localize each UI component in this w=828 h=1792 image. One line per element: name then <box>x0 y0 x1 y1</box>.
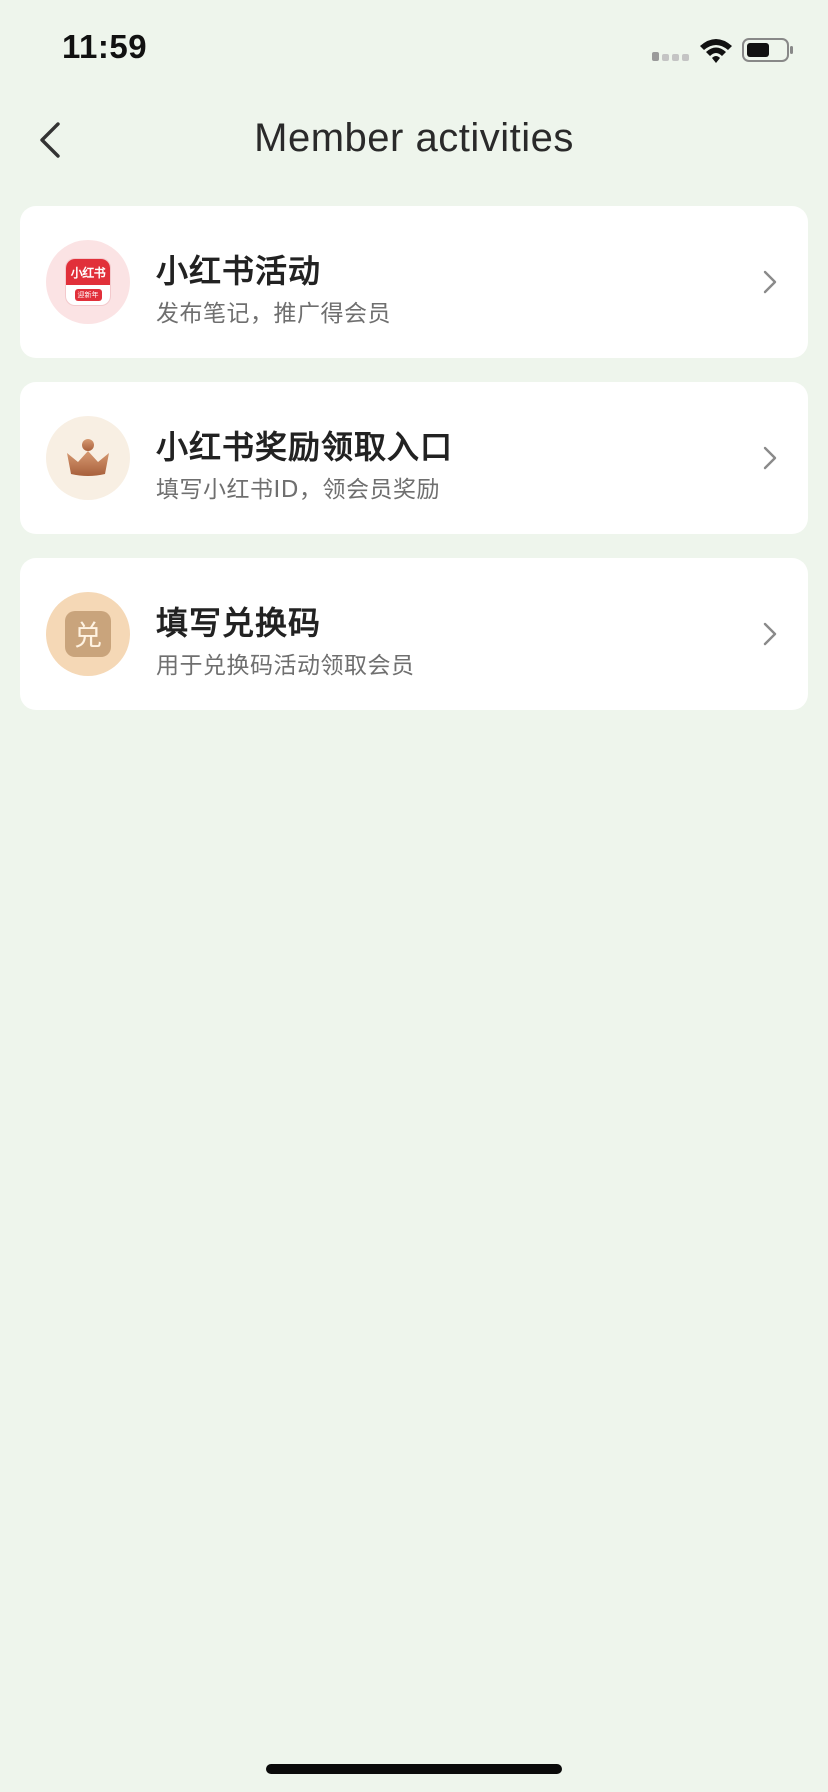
nav-bar: Member activities <box>0 100 828 190</box>
xiaohongshu-logo-icon: 小红书 迎新年 <box>46 240 130 324</box>
battery-icon <box>742 38 793 62</box>
status-time: 11:59 <box>62 28 148 65</box>
cellular-signal-icon <box>652 52 689 61</box>
crown-icon <box>46 416 130 500</box>
chevron-right-icon <box>763 446 777 470</box>
chevron-right-icon <box>763 622 777 646</box>
list-item-xiaohongshu-activity[interactable]: 小红书 迎新年 小红书活动 发布笔记，推广得会员 <box>20 206 808 358</box>
item-title: 小红书活动 <box>156 252 322 290</box>
page-title: Member activities <box>254 116 574 160</box>
home-indicator <box>266 1764 562 1774</box>
item-subtitle: 用于兑换码活动领取会员 <box>156 653 415 679</box>
status-bar: 11:59 <box>0 0 828 100</box>
list-item-redeem-code[interactable]: 兑 填写兑换码 用于兑换码活动领取会员 <box>20 558 808 710</box>
item-title: 填写兑换码 <box>156 604 322 642</box>
list-item-xiaohongshu-reward[interactable]: 小红书奖励领取入口 填写小红书ID，领会员奖励 <box>20 382 808 534</box>
item-subtitle: 发布笔记，推广得会员 <box>156 301 391 327</box>
wifi-icon <box>700 39 732 63</box>
item-title: 小红书奖励领取入口 <box>156 428 454 466</box>
chevron-right-icon <box>763 270 777 294</box>
redeem-code-icon: 兑 <box>46 592 130 676</box>
item-subtitle: 填写小红书ID，领会员奖励 <box>156 477 440 503</box>
